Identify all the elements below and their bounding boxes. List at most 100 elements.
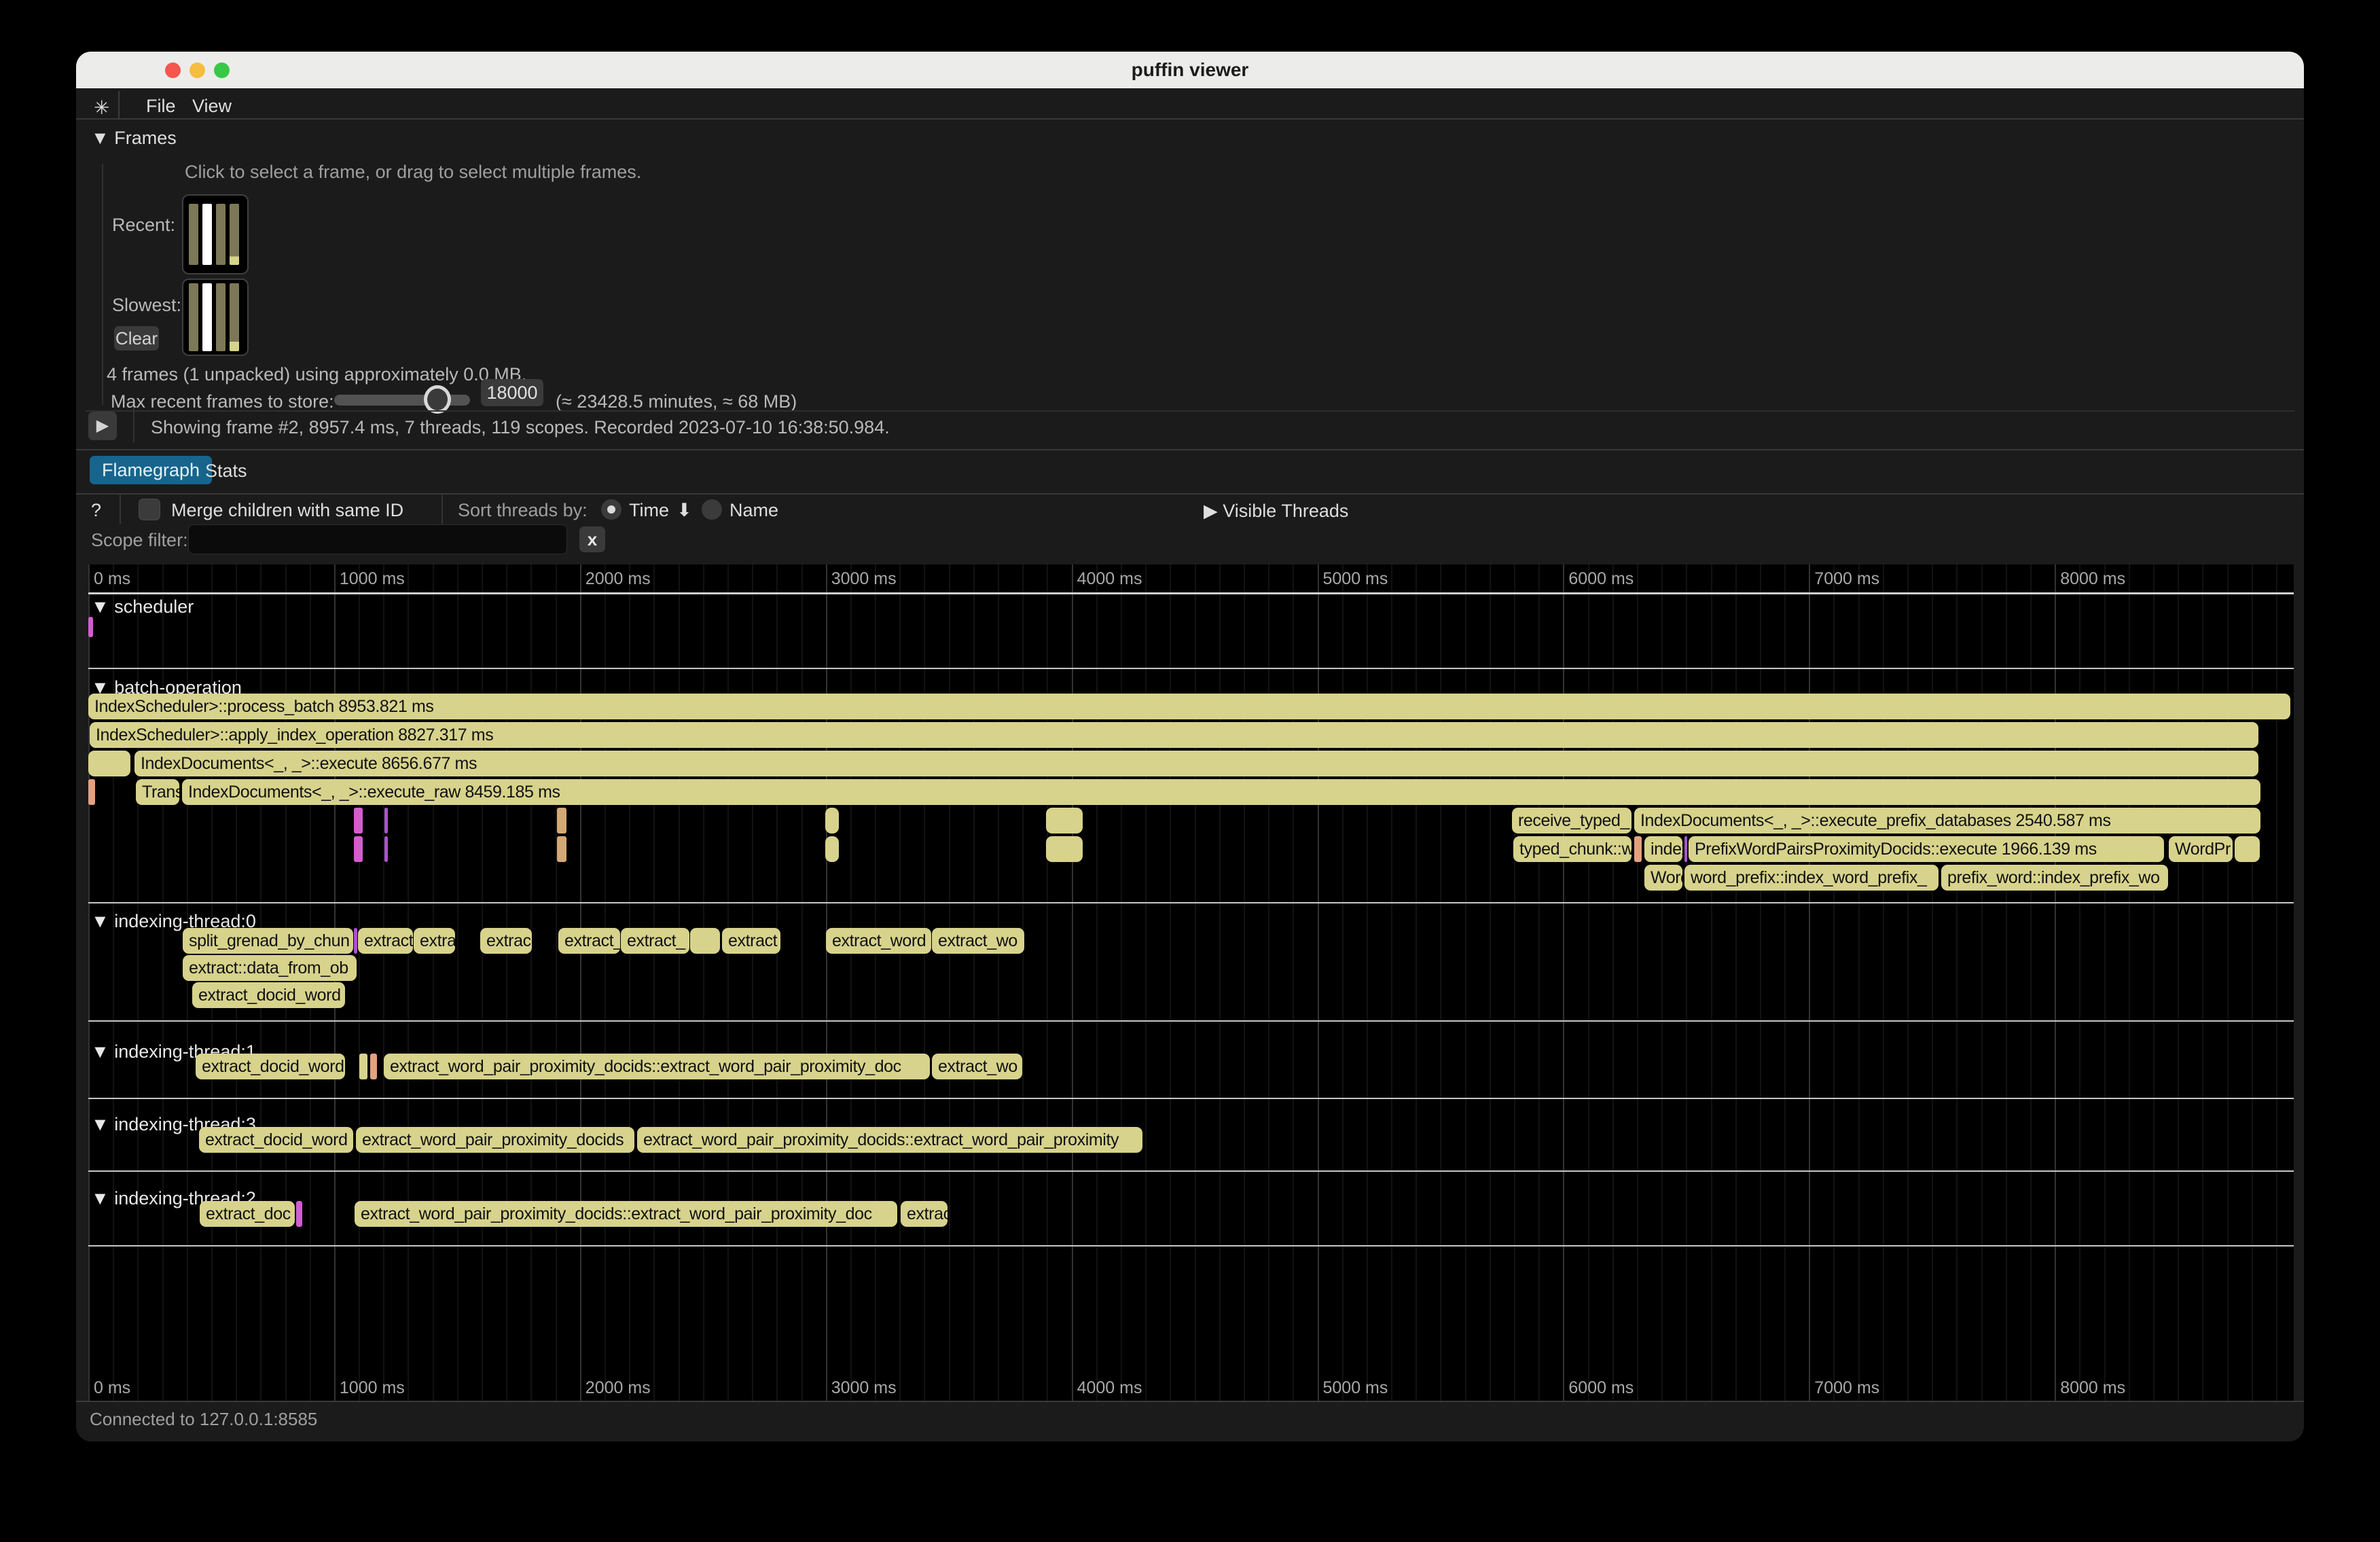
merge-children-checkbox[interactable] xyxy=(139,499,160,520)
scope-bar[interactable]: extract_word_pair_proximity_docids::extr… xyxy=(384,1054,930,1079)
scope-bar[interactable]: extract_word_pair_proximity_docids xyxy=(356,1127,634,1153)
scope-bar[interactable]: IndexDocuments<_, _>::execute_raw 8459.1… xyxy=(182,779,2260,805)
scope-bar[interactable] xyxy=(1634,836,1642,862)
scope-bar[interactable]: IndexDocuments<_, _>::execute 8656.677 m… xyxy=(134,751,2258,776)
visible-threads-collapsible-header[interactable]: ▶ Visible Threads xyxy=(1204,501,1348,522)
scope-bar[interactable]: extract_word xyxy=(826,928,931,954)
scope-bar[interactable] xyxy=(825,808,839,833)
frames-hint: Click to select a frame, or drag to sele… xyxy=(185,162,641,183)
slowest-frame-bar[interactable] xyxy=(189,283,198,351)
scope-bar[interactable]: receive_typed_ xyxy=(1512,808,1631,833)
statusbar-divider xyxy=(76,1401,2304,1402)
flamegraph-canvas[interactable] xyxy=(88,564,2294,1401)
scope-bar[interactable] xyxy=(296,1201,302,1227)
menu-view[interactable]: View xyxy=(192,96,232,117)
menu-file[interactable]: File xyxy=(146,96,176,117)
slowest-frame-bar[interactable] xyxy=(202,283,212,351)
scope-bar[interactable]: extract xyxy=(358,928,413,954)
slowest-label: Slowest: xyxy=(112,295,181,316)
frames-collapsible-header[interactable]: ▼ Frames xyxy=(91,128,177,149)
max-frames-note: (≈ 23428.5 minutes, ≈ 68 MB) xyxy=(556,391,797,412)
scope-bar[interactable]: extract_wo xyxy=(932,1054,1022,1079)
clear-button[interactable]: Clear xyxy=(114,326,159,351)
controls-separator xyxy=(441,495,443,524)
sort-time-radio[interactable] xyxy=(601,499,621,520)
sort-descending-arrow-icon[interactable]: ⬇ xyxy=(677,500,692,521)
scope-bar[interactable]: index xyxy=(1644,836,1682,862)
scope-bar[interactable]: extract_word_pair_proximity_docids::extr… xyxy=(355,1201,897,1227)
sort-name-radio[interactable] xyxy=(702,499,722,520)
scope-bar[interactable]: extrac xyxy=(480,928,532,954)
scope-bar[interactable] xyxy=(354,928,357,954)
tab-flamegraph[interactable]: Flamegraph xyxy=(90,456,212,484)
scope-bar[interactable]: extract::data_from_ob xyxy=(183,955,357,981)
scope-bar[interactable]: extract_doc xyxy=(200,1201,295,1227)
scope-bar[interactable]: extract_ xyxy=(621,928,689,954)
scope-bar[interactable] xyxy=(1684,836,1687,862)
scope-bar[interactable] xyxy=(825,836,839,862)
clear-filter-button[interactable]: x xyxy=(579,526,605,552)
slowest-frame-bar[interactable] xyxy=(216,283,226,351)
scope-bar[interactable]: extract_docid_word xyxy=(196,1054,345,1079)
sort-threads-label: Sort threads by: xyxy=(458,500,588,521)
scope-bar[interactable]: extract_wo xyxy=(932,928,1024,954)
scope-bar[interactable] xyxy=(384,808,388,833)
scope-bar[interactable] xyxy=(557,836,566,862)
scope-bar[interactable]: PrefixWordPairsProximityDocids::execute … xyxy=(1689,836,2164,862)
frames-stats-line: 4 frames (1 unpacked) using approximatel… xyxy=(107,364,526,385)
recent-frame-bar[interactable] xyxy=(202,204,212,265)
scope-bar[interactable] xyxy=(1046,836,1083,862)
window-title: puffin viewer xyxy=(76,59,2304,81)
frames-indent-guide xyxy=(102,164,103,405)
scope-bar[interactable] xyxy=(690,928,720,954)
scope-bar[interactable]: extract_word_pair_proximity_docids::extr… xyxy=(637,1127,1142,1153)
help-button[interactable]: ? xyxy=(91,500,101,521)
max-frames-slider-knob[interactable] xyxy=(424,385,451,414)
scope-bar[interactable]: extra xyxy=(414,928,455,954)
radio-dot xyxy=(607,505,615,514)
tab-stats[interactable]: Stats xyxy=(205,461,247,482)
scope-bar[interactable]: IndexScheduler>::apply_index_operation 8… xyxy=(90,722,2258,748)
scope-bar[interactable] xyxy=(88,779,95,805)
scope-bar[interactable]: typed_chunk::w xyxy=(1513,836,1631,862)
scope-bar[interactable] xyxy=(2235,836,2260,862)
scope-bar[interactable] xyxy=(359,1054,367,1079)
scope-bar[interactable]: extract_docid_word xyxy=(192,982,345,1008)
scope-bar[interactable]: IndexDocuments<_, _>::execute_prefix_dat… xyxy=(1634,808,2260,833)
scope-bar[interactable] xyxy=(354,836,363,862)
recent-frame-bar[interactable] xyxy=(216,204,226,265)
scope-bar[interactable] xyxy=(384,836,388,862)
recent-frame-bar[interactable] xyxy=(189,204,198,265)
scope-bar[interactable]: prefix_word::index_prefix_wo xyxy=(1941,865,2168,891)
play-separator xyxy=(133,408,134,443)
max-frames-value[interactable]: 18000 xyxy=(481,379,543,406)
scope-bar[interactable]: WordPr xyxy=(2169,836,2233,862)
theme-toggle-icon[interactable]: ✳ xyxy=(94,96,109,119)
scope-bar[interactable] xyxy=(1046,808,1083,833)
scope-bar[interactable]: Word xyxy=(1644,865,1682,891)
slowest-frame-bar[interactable] xyxy=(230,283,239,351)
scope-bar[interactable] xyxy=(354,808,363,833)
scope-bar[interactable] xyxy=(370,1054,377,1079)
title-bar: puffin viewer xyxy=(76,52,2304,88)
scope-bar[interactable]: extract xyxy=(722,928,780,954)
recent-frames-thumbnail[interactable] xyxy=(182,194,249,274)
scope-bar[interactable] xyxy=(88,751,130,776)
divider xyxy=(76,493,2304,495)
thread-header-scheduler[interactable]: ▼ scheduler xyxy=(91,596,194,617)
scope-bar[interactable]: extract_docid_word xyxy=(199,1127,353,1153)
recent-frame-bar[interactable] xyxy=(230,204,239,265)
scope-bar[interactable]: Trans xyxy=(136,779,179,805)
scope-bar[interactable]: IndexScheduler>::process_batch 8953.821 … xyxy=(88,694,2290,719)
scope-bar[interactable]: word_prefix::index_word_prefix_ xyxy=(1684,865,1939,891)
slowest-frames-thumbnail[interactable] xyxy=(182,279,249,356)
scope-bar[interactable]: extract_ xyxy=(558,928,620,954)
scope-bar[interactable]: split_grenad_by_chun xyxy=(183,928,353,954)
scope-bar[interactable] xyxy=(88,617,93,637)
play-button[interactable]: ▶ xyxy=(88,412,117,440)
scope-bar[interactable]: extrac xyxy=(901,1201,948,1227)
divider xyxy=(86,410,2294,412)
frame-info: Showing frame #2, 8957.4 ms, 7 threads, … xyxy=(151,417,890,438)
scope-filter-input[interactable] xyxy=(188,524,567,554)
scope-bar[interactable] xyxy=(557,808,566,833)
